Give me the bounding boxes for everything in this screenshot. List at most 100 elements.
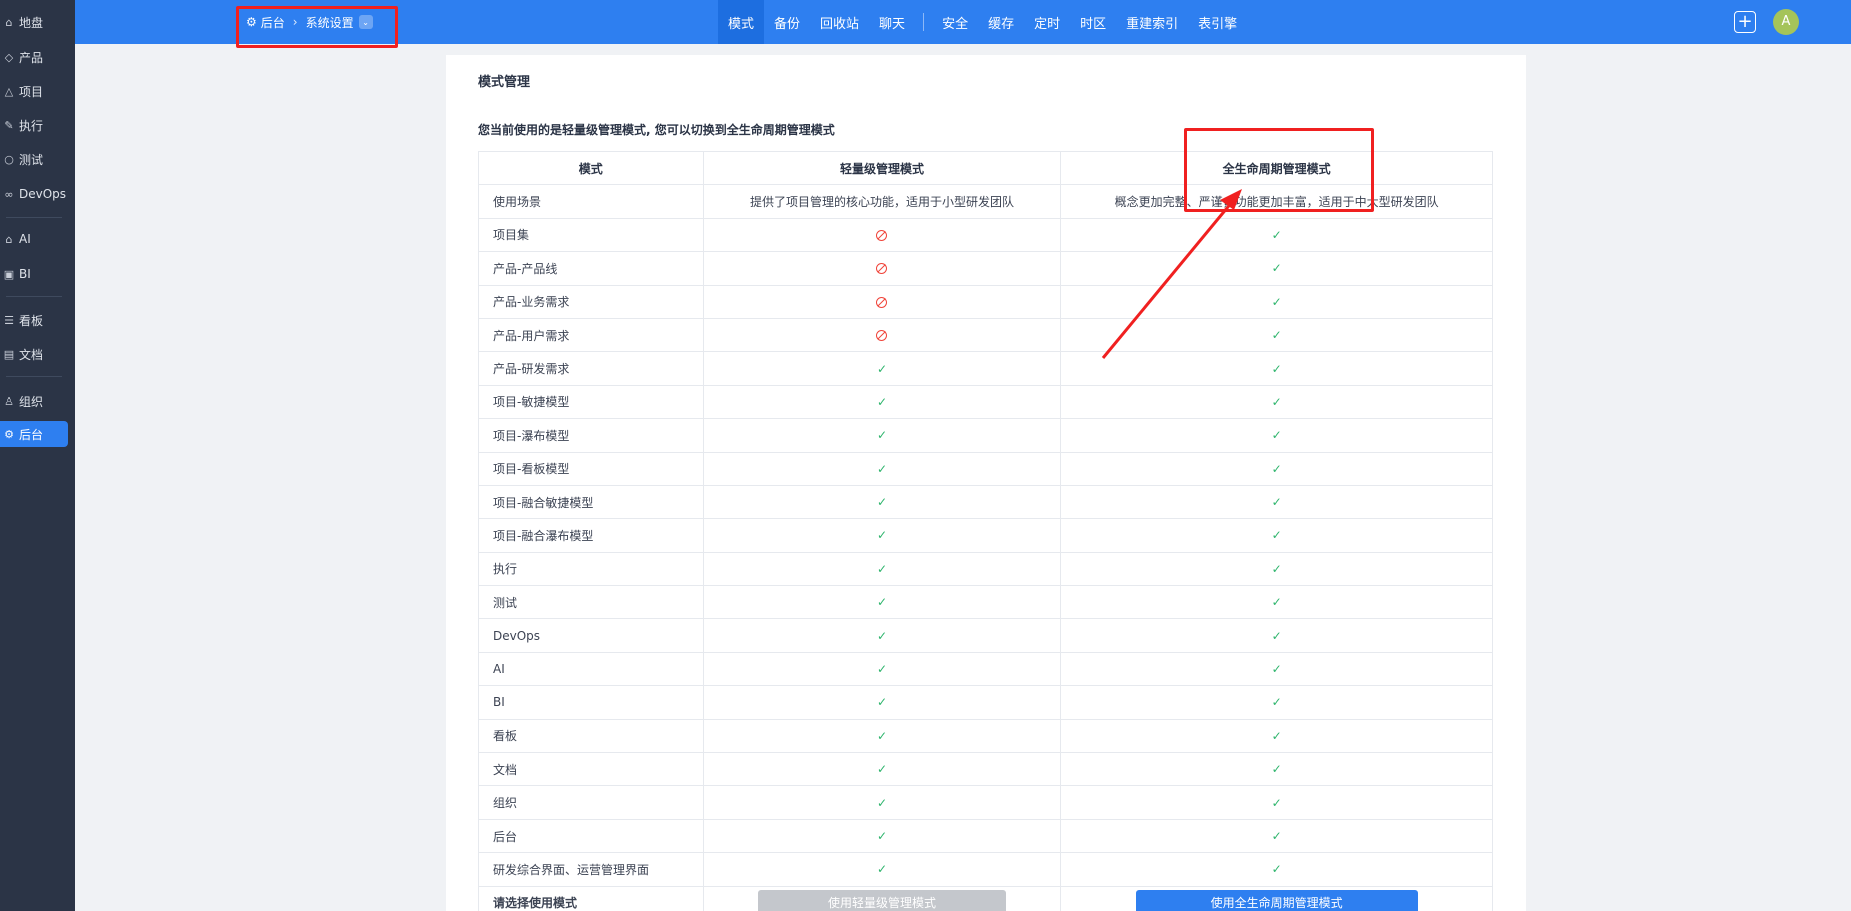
- light-mode-support: ✓: [702, 651, 1062, 687]
- sidebar-item-label: 测试: [19, 152, 44, 167]
- sidebar-item-kanban[interactable]: ☰ 看板: [0, 307, 68, 333]
- table-row: 项目集 ✓: [478, 217, 1493, 253]
- table-row: 产品-用户需求 ✓: [478, 317, 1493, 353]
- sidebar-item-execution[interactable]: ✎ 执行: [0, 112, 68, 138]
- sidebar-item-label: 执行: [19, 118, 44, 133]
- tab-cron[interactable]: 定时: [1024, 0, 1070, 44]
- sidebar-item-project[interactable]: △ 项目: [0, 78, 68, 104]
- feature-name: 项目-融合瀑布模型: [478, 518, 704, 553]
- tab-timezone[interactable]: 时区: [1070, 0, 1116, 44]
- sidebar-item-ai[interactable]: ⌂ AI: [0, 226, 68, 252]
- full-mode-support: ✓: [1060, 284, 1493, 319]
- choose-mode-label: 请选择使用模式: [478, 885, 704, 911]
- sidebar-item-doc[interactable]: ▤ 文档: [0, 341, 68, 367]
- admin-gear-icon: ⚙: [4, 427, 14, 441]
- sidebar-item-label: AI: [19, 232, 31, 246]
- left-sidebar: ⌂ 地盘 ◇ 产品 △ 项目 ✎ 执行 ○ 测试 ∞ DevOps ⌂ AI ▣ BI ☰ 看板 …: [0, 0, 75, 911]
- check-icon: ✓: [876, 561, 887, 576]
- test-icon: ○: [4, 152, 14, 166]
- tab-cache[interactable]: 缓存: [978, 0, 1024, 44]
- tab-security[interactable]: 安全: [932, 0, 978, 44]
- sidebar-item-label: 产品: [19, 50, 44, 65]
- table-row: 项目-融合瀑布模型 ✓ ✓: [478, 518, 1493, 553]
- table-row: 产品-研发需求 ✓ ✓: [478, 351, 1493, 386]
- sidebar-item-label: DevOps: [19, 187, 67, 201]
- sidebar-item-org[interactable]: ♙ 组织: [0, 388, 68, 414]
- check-icon: ✓: [1271, 394, 1282, 409]
- sidebar-item-home[interactable]: ⌂ 地盘: [0, 9, 68, 35]
- check-icon: ✓: [1271, 561, 1282, 576]
- light-mode-support: ✓: [702, 551, 1062, 587]
- full-mode-highlight-box: [1184, 128, 1374, 212]
- check-icon: ✓: [1271, 328, 1282, 343]
- full-mode-support: ✓: [1060, 317, 1493, 353]
- bi-icon: ▣: [3, 267, 15, 281]
- light-mode-support: ✓: [702, 618, 1062, 653]
- full-mode-support: ✓: [1060, 618, 1493, 653]
- tab-mode[interactable]: 模式: [718, 0, 765, 44]
- tab-rebuild-index[interactable]: 重建索引: [1116, 0, 1188, 44]
- feature-name: 产品-产品线: [478, 251, 704, 286]
- add-button[interactable]: +: [1734, 11, 1756, 33]
- check-icon: ✓: [1271, 862, 1282, 877]
- table-row: 测试 ✓ ✓: [478, 585, 1493, 620]
- table-row: 研发综合界面、运营管理界面 ✓ ✓: [478, 852, 1493, 887]
- full-mode-support: ✓: [1060, 685, 1493, 720]
- light-mode-support: ✓: [702, 818, 1062, 854]
- light-mode-support: ✓: [702, 718, 1062, 754]
- check-icon: ✓: [876, 461, 887, 476]
- sidebar-divider: [6, 296, 62, 297]
- nav-divider: [923, 13, 925, 31]
- sidebar-item-test[interactable]: ○ 测试: [0, 146, 68, 172]
- feature-name: 项目-瀑布模型: [478, 418, 704, 453]
- mode-comparison-table: 模式 轻量级管理模式 全生命周期管理模式 使用场景 提供了项目管理的核心功能，适…: [478, 150, 1493, 911]
- table-row: AI ✓ ✓: [478, 651, 1493, 687]
- table-row: 产品-产品线 ✓: [478, 251, 1493, 286]
- full-mode-support: ✓: [1060, 217, 1493, 253]
- full-mode-support: ✓: [1060, 818, 1493, 854]
- feature-name: AI: [478, 651, 704, 687]
- check-icon: ✓: [876, 394, 887, 409]
- sidebar-item-devops[interactable]: ∞ DevOps: [0, 181, 68, 207]
- use-light-mode-button[interactable]: 使用轻量级管理模式: [757, 889, 1006, 911]
- feature-name: 项目-敏捷模型: [478, 384, 704, 420]
- table-row: 组织 ✓ ✓: [478, 785, 1493, 820]
- devops-icon: ∞: [4, 187, 14, 201]
- product-icon: ◇: [4, 50, 14, 64]
- sidebar-item-bi[interactable]: ▣ BI: [0, 261, 68, 287]
- use-full-mode-button[interactable]: 使用全生命周期管理模式: [1135, 889, 1418, 911]
- check-icon: ✓: [1271, 662, 1282, 677]
- table-row: 项目-瀑布模型 ✓ ✓: [478, 418, 1493, 453]
- check-icon: ✓: [876, 361, 887, 376]
- full-mode-support: ✓: [1060, 718, 1493, 754]
- tab-chat[interactable]: 聊天: [869, 0, 915, 44]
- sidebar-item-product[interactable]: ◇ 产品: [0, 44, 68, 70]
- check-icon: ✓: [876, 728, 887, 743]
- sidebar-item-label: 文档: [19, 347, 44, 362]
- light-mode-support: ✓: [702, 384, 1062, 420]
- tab-table-engine[interactable]: 表引擎: [1188, 0, 1247, 44]
- check-icon: ✓: [876, 495, 887, 510]
- forbidden-icon: [876, 296, 888, 308]
- check-icon: ✓: [1271, 428, 1282, 443]
- check-icon: ✓: [876, 829, 887, 843]
- check-icon: ✓: [876, 662, 887, 677]
- full-mode-support: ✓: [1060, 551, 1493, 587]
- sidebar-item-admin[interactable]: ⚙ 后台: [0, 421, 68, 447]
- light-mode-support: [702, 251, 1062, 286]
- settings-nav: 模式 备份 回收站 聊天 安全 缓存 定时 时区 重建索引 表引擎: [718, 0, 1247, 44]
- feature-name: 文档: [478, 752, 704, 787]
- full-mode-support: ✓: [1060, 418, 1493, 453]
- tab-backup[interactable]: 备份: [764, 0, 810, 44]
- table-row: DevOps ✓ ✓: [478, 618, 1493, 653]
- sidebar-item-label: 地盘: [19, 15, 44, 30]
- sidebar-item-label: BI: [19, 267, 31, 281]
- sidebar-item-label: 项目: [19, 84, 44, 99]
- tab-trash[interactable]: 回收站: [810, 0, 869, 44]
- check-icon: ✓: [1271, 628, 1282, 643]
- full-button-cell: 使用全生命周期管理模式: [1060, 885, 1493, 911]
- feature-name: 产品-用户需求: [478, 317, 704, 353]
- sidebar-divider: [6, 217, 62, 218]
- avatar[interactable]: A: [1773, 9, 1799, 35]
- feature-name: 产品-业务需求: [478, 284, 704, 319]
